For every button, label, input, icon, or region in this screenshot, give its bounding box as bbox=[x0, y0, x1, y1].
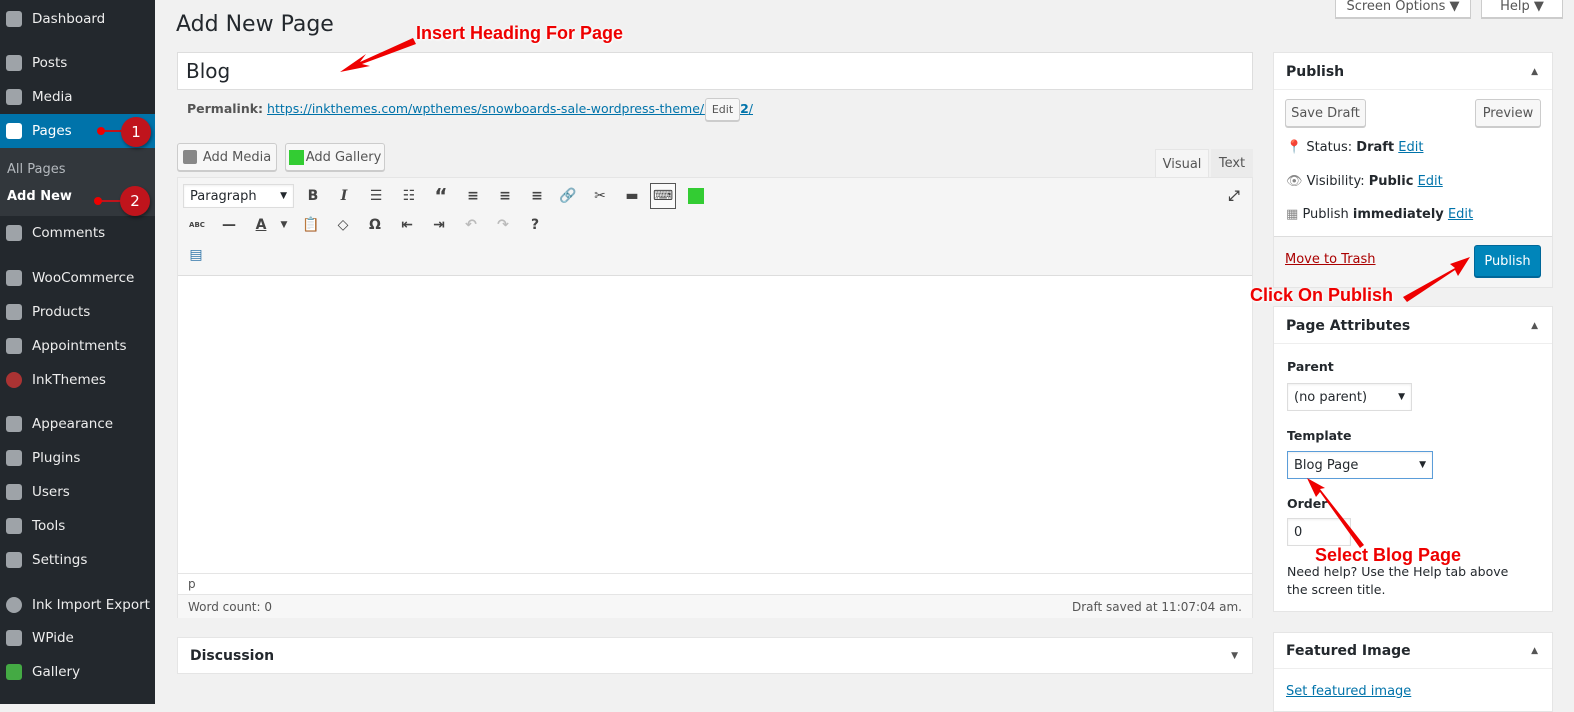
annotation-arrows bbox=[94, 38, 1470, 548]
arrow-publish bbox=[1403, 257, 1470, 302]
step-1-badge: 1 bbox=[121, 117, 151, 147]
annotation-heading: Insert Heading For Page bbox=[416, 23, 624, 43]
arrow-template bbox=[1307, 478, 1364, 548]
arrow-heading bbox=[340, 38, 416, 72]
step-2-badge: 2 bbox=[120, 186, 150, 216]
annotation-template: Select Blog Page bbox=[1315, 545, 1462, 565]
annotation-publish: Click On Publish bbox=[1250, 285, 1394, 305]
